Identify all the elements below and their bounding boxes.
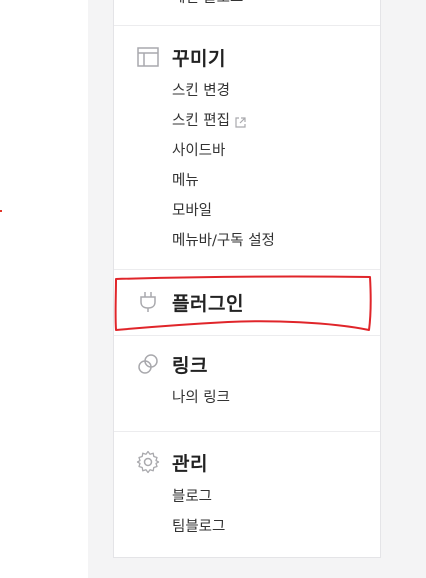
layout-icon	[136, 45, 160, 69]
section-title-manage: 관리	[172, 452, 208, 475]
section-divider	[114, 335, 380, 336]
gear-icon	[136, 450, 160, 474]
plug-icon	[136, 290, 160, 314]
sidebar-item-blog[interactable]: 블로그	[172, 487, 212, 507]
section-header-plugin[interactable]: 플러그인	[136, 288, 244, 316]
external-link-icon	[234, 115, 247, 128]
section-divider	[114, 431, 380, 432]
sidebar-item-skin-edit-label: 스킨 편집	[172, 113, 230, 129]
stray-annotation-mark	[0, 210, 2, 212]
section-header-manage[interactable]: 관리	[136, 448, 208, 476]
section-header-customize[interactable]: 꾸미기	[136, 43, 226, 71]
sidebar-item-skin-edit[interactable]: 스킨 편집	[172, 111, 247, 131]
sidebar-item-menubar-subscribe[interactable]: 메뉴바/구독 설정	[172, 231, 275, 251]
section-title-plugin: 플러그인	[172, 292, 244, 315]
sidebar-item-sidebar[interactable]: 사이드바	[172, 141, 225, 161]
sidebar-item-menu[interactable]: 메뉴	[172, 171, 199, 191]
link-icon	[136, 352, 160, 376]
section-title-link: 링크	[172, 354, 208, 377]
left-blank-area	[0, 0, 88, 578]
admin-sidebar-menu: 메인 블로그 꾸미기 스킨 변경 스킨 편집	[113, 0, 381, 558]
sidebar-item-skin-change[interactable]: 스킨 변경	[172, 81, 230, 101]
section-header-link[interactable]: 링크	[136, 350, 208, 378]
sidebar-item-mobile[interactable]: 모바일	[172, 201, 212, 221]
section-divider	[114, 25, 380, 26]
section-divider	[114, 269, 380, 270]
section-title-customize: 꾸미기	[172, 47, 226, 70]
sidebar-item-my-links[interactable]: 나의 링크	[172, 388, 230, 408]
sidebar-item-top-cut[interactable]: 메인 블로그	[172, 0, 243, 8]
page: 메인 블로그 꾸미기 스킨 변경 스킨 편집	[0, 0, 426, 578]
sidebar-item-team-blog[interactable]: 팀블로그	[172, 517, 225, 537]
